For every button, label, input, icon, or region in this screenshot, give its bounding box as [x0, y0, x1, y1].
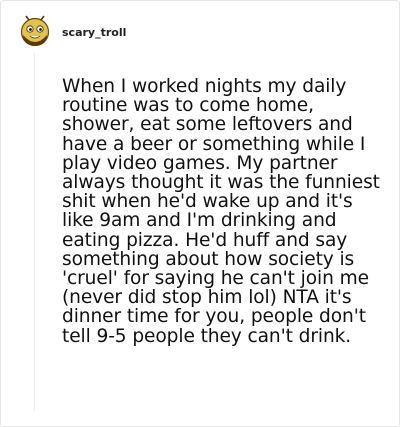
comment-body: When I worked nights my daily routine wa…	[62, 76, 380, 347]
avatar[interactable]	[20, 15, 50, 47]
thread-line	[34, 53, 35, 411]
comment-card: scary_troll When I worked nights my dail…	[0, 0, 400, 427]
bee-mascot-icon	[20, 15, 50, 47]
username[interactable]: scary_troll	[62, 26, 126, 40]
